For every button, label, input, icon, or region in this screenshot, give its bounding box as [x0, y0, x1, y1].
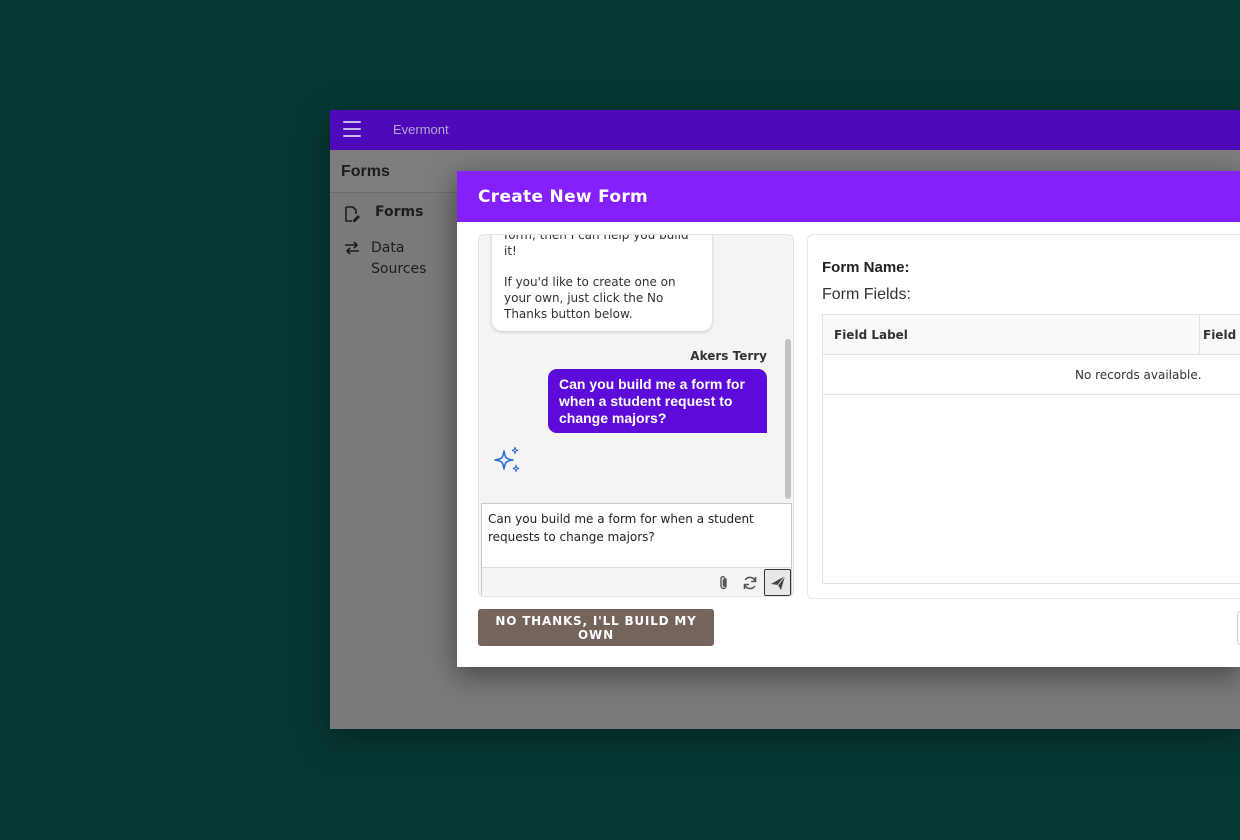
create-form-modal: Create New Form form, then I can help yo… [457, 171, 1240, 667]
chat-panel: form, then I can help you build it! If y… [478, 234, 794, 597]
user-message-bubble: Can you build me a form for when a stude… [548, 369, 767, 433]
sidebar-item-label: Data Sources [371, 240, 427, 277]
column-header-field[interactable]: Field [1203, 328, 1236, 342]
swap-arrows-icon [343, 239, 361, 257]
sparkle-icon [492, 445, 522, 475]
bot-message-text: If you'd like to create one on your own,… [504, 275, 676, 321]
empty-state-text: No records available. [1075, 368, 1202, 382]
side-nav: Forms Data Sources [330, 194, 456, 729]
table-empty-row: No records available. [823, 355, 1240, 395]
no-thanks-button[interactable]: NO THANKS, I'LL BUILD MY OWN [478, 609, 714, 646]
sidebar-item-data-sources[interactable]: Data Sources [330, 237, 456, 281]
form-fields-label: Form Fields: [822, 286, 911, 303]
user-name: Akers Terry [690, 349, 767, 363]
modal-header: Create New Form [457, 171, 1240, 222]
hamburger-menu-icon[interactable] [343, 121, 361, 137]
column-header-field-label[interactable]: Field Label [834, 328, 908, 342]
app-topbar: Evermont [330, 110, 1240, 150]
modal-title: Create New Form [478, 187, 649, 207]
table-header: Field Label Field [823, 315, 1240, 355]
bot-message-bubble: form, then I can help you build it! If y… [492, 235, 712, 331]
paperclip-icon[interactable] [714, 573, 734, 593]
chat-input-box: Can you build me a form for when a stude… [481, 503, 792, 596]
refresh-icon[interactable] [740, 573, 760, 593]
form-edit-icon [343, 205, 361, 223]
app-name: Evermont [393, 122, 449, 137]
bot-message-text: form, then I can help you build it! [504, 235, 689, 258]
column-divider [1199, 315, 1200, 355]
form-preview-panel: Form Name: Form Fields: Field Label Fiel… [807, 234, 1240, 599]
page-title: Forms [341, 163, 390, 180]
sidebar-item-label: Forms [375, 204, 424, 220]
form-name-label: Form Name: [822, 259, 910, 276]
sidebar-item-forms[interactable]: Forms [330, 203, 456, 227]
send-button[interactable] [764, 569, 791, 596]
chat-messages[interactable]: form, then I can help you build it! If y… [479, 235, 793, 503]
chat-scrollbar[interactable] [785, 339, 791, 499]
form-fields-table: Field Label Field No records available. [822, 314, 1240, 584]
chat-input[interactable]: Can you build me a form for when a stude… [482, 504, 791, 567]
chat-toolbar [482, 567, 791, 596]
send-icon [770, 575, 785, 590]
